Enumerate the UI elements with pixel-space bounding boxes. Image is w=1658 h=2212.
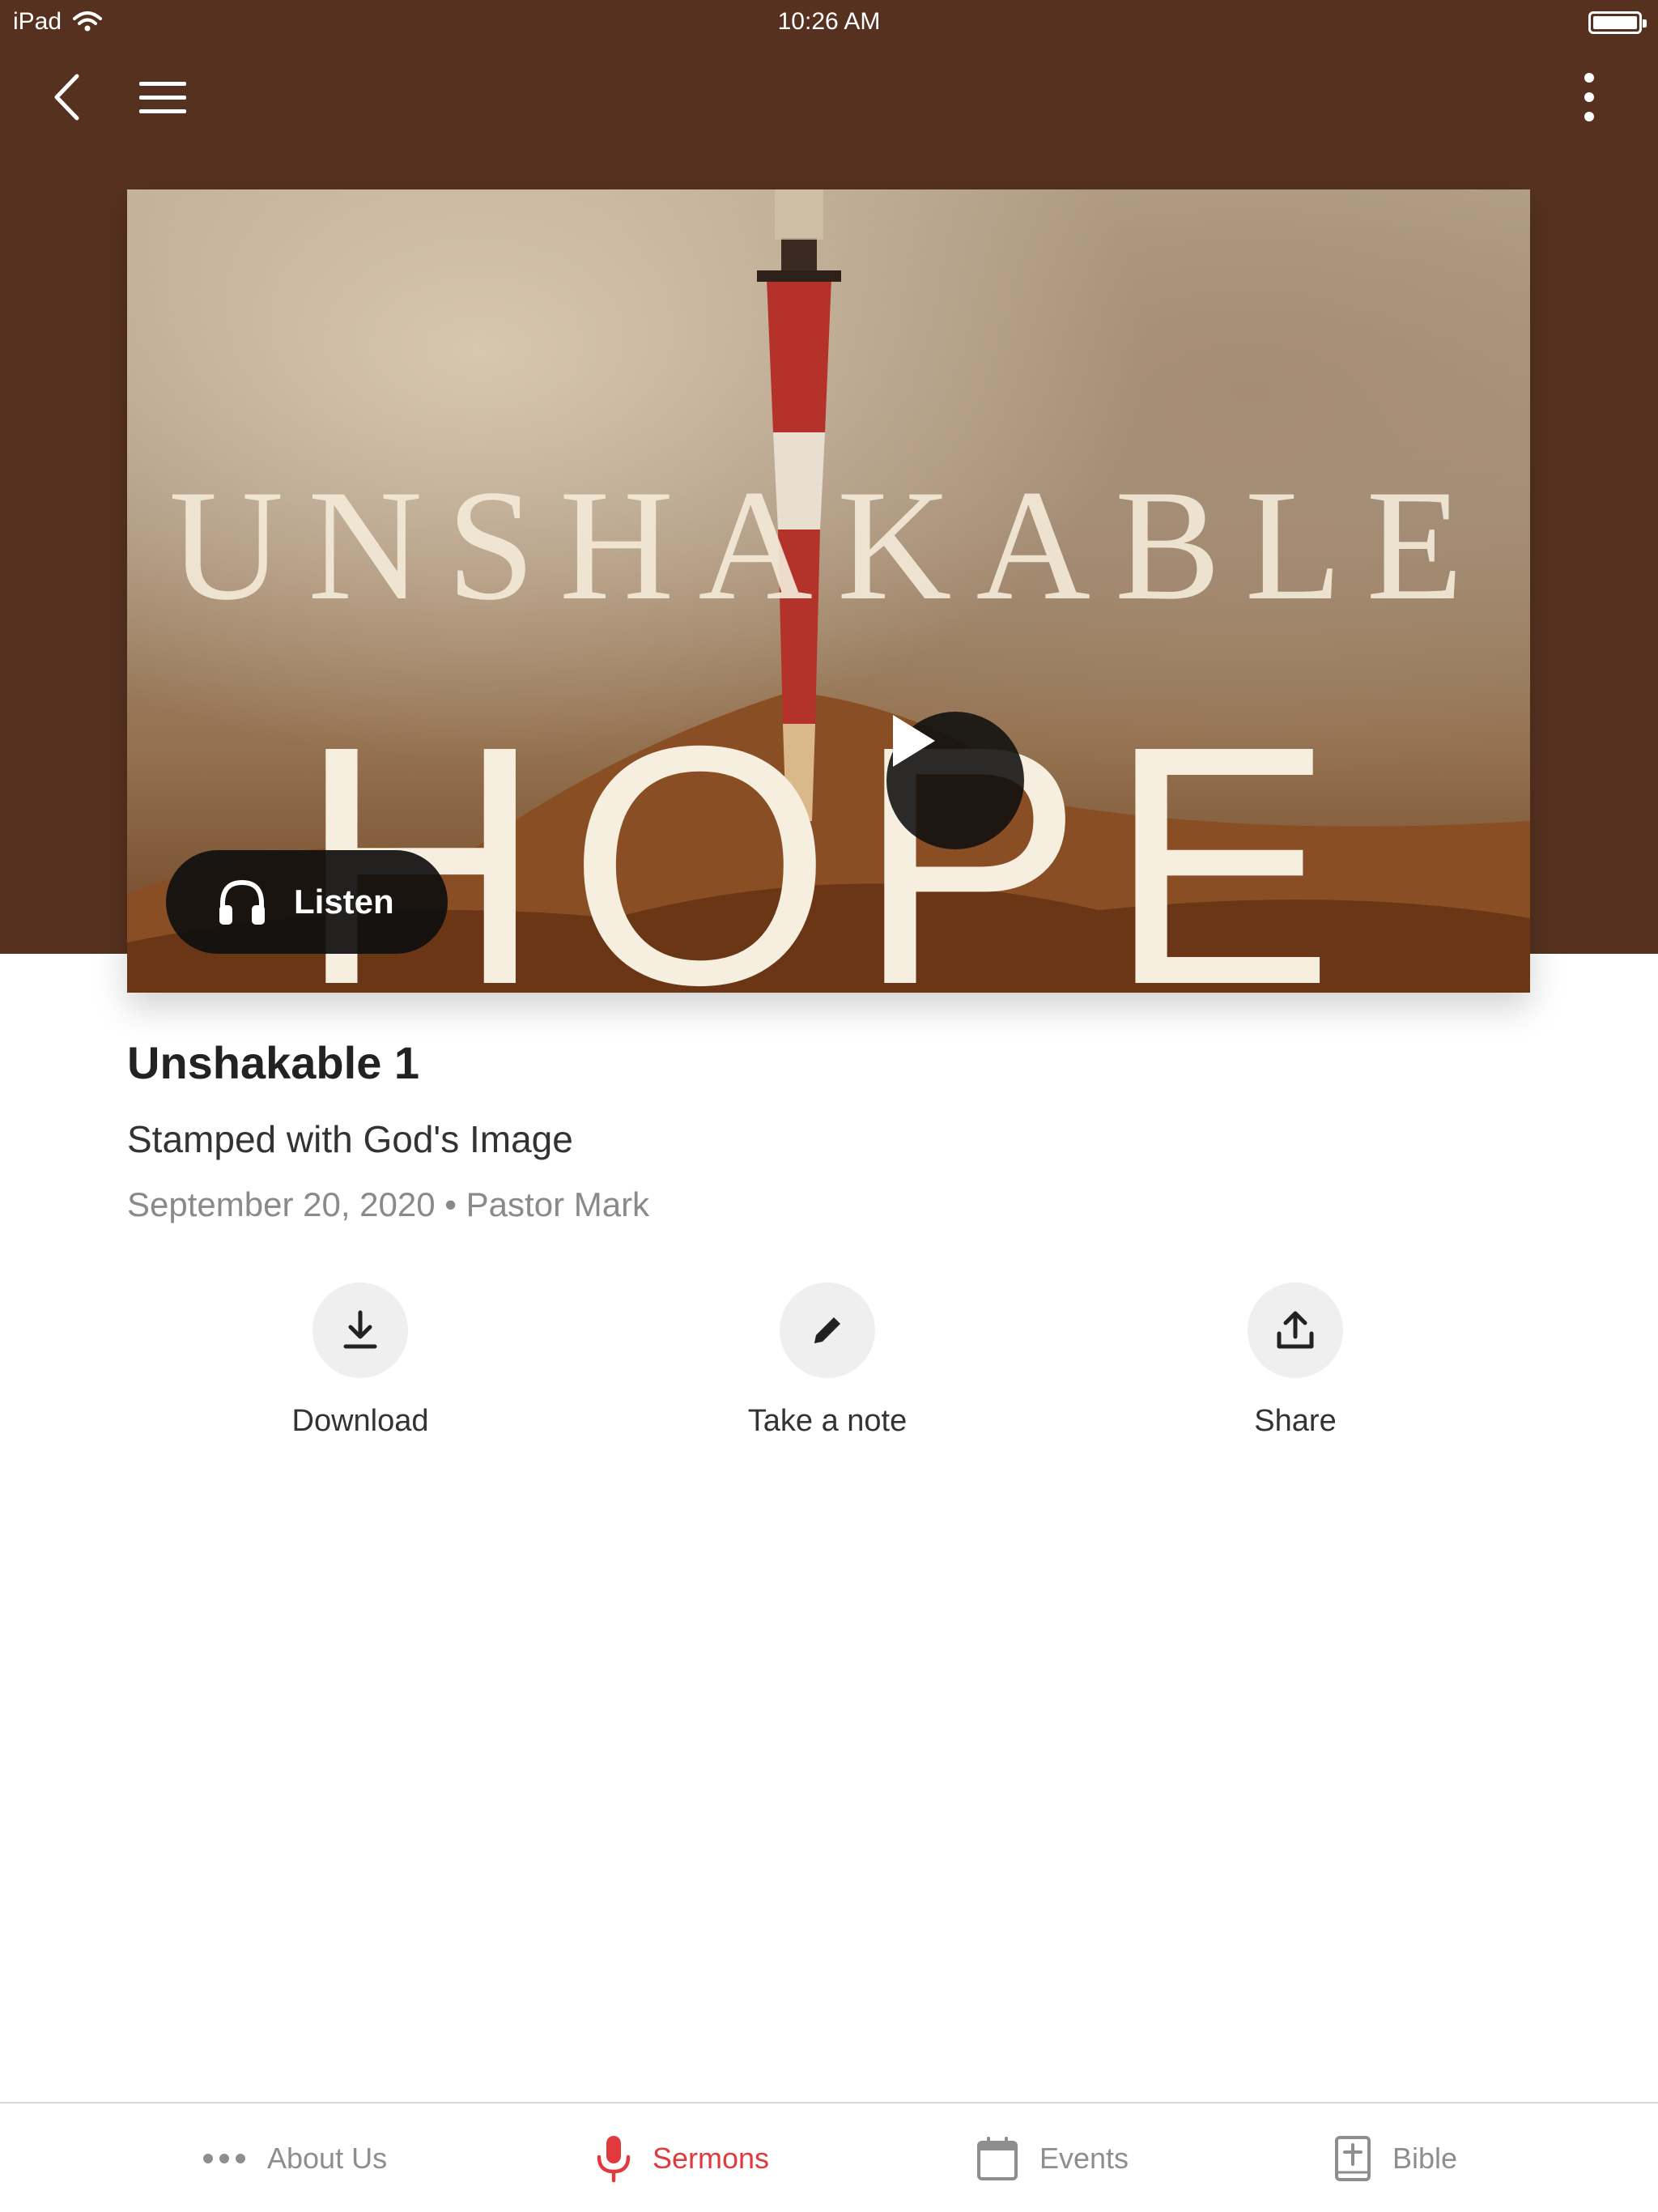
- more-vertical-icon: [1584, 73, 1594, 121]
- pencil-icon: [814, 1317, 840, 1343]
- share-circle: [1248, 1283, 1343, 1378]
- meta-separator: •: [444, 1185, 457, 1223]
- tab-about-us-label: About Us: [267, 2142, 388, 2175]
- sermon-date: September 20, 2020: [127, 1185, 436, 1223]
- tab-about-us[interactable]: About Us: [202, 2104, 387, 2212]
- headphones-icon: [219, 879, 265, 925]
- play-button[interactable]: [886, 712, 1024, 849]
- download-icon: [343, 1310, 377, 1349]
- tab-events[interactable]: Events: [976, 2104, 1129, 2212]
- artwork-line2: HOPE: [298, 676, 1358, 993]
- sermon-speaker: Pastor Mark: [466, 1185, 650, 1223]
- status-bar: iPad 10:26 AM: [0, 0, 1658, 45]
- back-button[interactable]: [42, 66, 91, 128]
- download-button[interactable]: Download: [215, 1283, 506, 1439]
- listen-button[interactable]: Listen: [166, 850, 448, 954]
- take-note-button[interactable]: Take a note: [682, 1283, 973, 1439]
- share-button[interactable]: Share: [1150, 1283, 1441, 1439]
- sermon-title: Unshakable 1: [127, 1037, 420, 1088]
- sermon-subtitle: Stamped with God's Image: [127, 1118, 573, 1160]
- tab-sermons[interactable]: Sermons: [596, 2104, 769, 2212]
- artwork-line1: UNSHAKABLE: [169, 457, 1487, 633]
- more-dots-icon: [203, 2154, 245, 2163]
- menu-button[interactable]: [130, 71, 196, 123]
- download-label: Download: [291, 1404, 429, 1438]
- play-icon: [893, 715, 935, 767]
- take-note-label: Take a note: [747, 1404, 908, 1438]
- chevron-left-icon: [54, 74, 79, 121]
- sermon-meta: September 20, 2020 • Pastor Mark: [127, 1185, 649, 1224]
- bible-icon: [1335, 2136, 1371, 2181]
- tab-bar: About Us Sermons Events Bible: [0, 2102, 1658, 2212]
- more-options-button[interactable]: [1571, 65, 1608, 130]
- download-circle: [312, 1283, 408, 1378]
- tab-events-label: Events: [1039, 2142, 1129, 2175]
- status-time: 10:26 AM: [777, 8, 881, 35]
- calendar-icon: [977, 2137, 1018, 2180]
- tab-sermons-label: Sermons: [653, 2142, 770, 2175]
- share-label: Share: [1254, 1404, 1337, 1438]
- hamburger-icon: [139, 82, 186, 113]
- tab-bible-label: Bible: [1392, 2142, 1458, 2175]
- take-note-circle: [780, 1283, 875, 1378]
- share-icon: [1277, 1311, 1314, 1349]
- battery-icon: [1588, 11, 1647, 34]
- microphone-icon: [597, 2136, 631, 2183]
- listen-label: Listen: [294, 883, 394, 921]
- tab-bible[interactable]: Bible: [1334, 2104, 1457, 2212]
